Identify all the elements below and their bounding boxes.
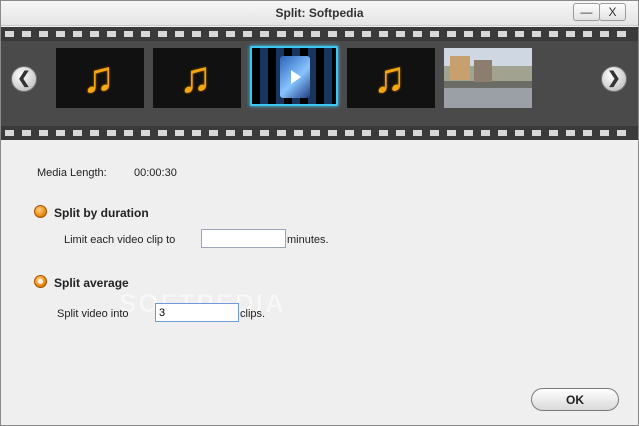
music-note-icon: ♫ (82, 53, 115, 102)
music-note-icon: ♫ (373, 53, 406, 102)
music-note-icon: ♫ (179, 53, 212, 102)
filmstrip-next-button[interactable]: ❯ (601, 66, 627, 92)
split-dialog: Split: Softpedia — X ❮ ♫ ♫ ♫ ❯ Media Len… (0, 0, 639, 426)
minimize-button[interactable]: — (573, 3, 600, 21)
split-into-label: Split video into (57, 308, 129, 320)
split-options-panel: Media Length: 00:00:30 Split by duration… (1, 140, 638, 425)
close-button[interactable]: X (599, 3, 626, 21)
window-title: Split: Softpedia (275, 6, 364, 20)
clip-count-input[interactable] (155, 303, 239, 322)
minutes-unit-label: minutes. (287, 234, 329, 246)
limit-minutes-input[interactable] (201, 229, 286, 248)
clips-unit-label: clips. (240, 308, 266, 320)
media-length-label: Media Length: (37, 167, 107, 179)
split-average-radio[interactable] (34, 275, 47, 288)
thumbnail-list: ♫ ♫ ♫ (1, 46, 638, 121)
ok-button[interactable]: OK (531, 388, 619, 411)
limit-clip-label: Limit each video clip to (64, 234, 176, 246)
thumbnail-video-frame[interactable] (444, 48, 532, 108)
split-by-duration-radio[interactable] (34, 205, 47, 218)
filmstrip: ❮ ♫ ♫ ♫ ❯ (1, 27, 638, 140)
video-file-icon (280, 56, 310, 98)
media-length-value: 00:00:30 (134, 167, 177, 179)
film-perforation-top (1, 27, 638, 41)
thumbnail-video-selected[interactable] (250, 46, 338, 106)
street-photo-thumbnail (444, 48, 532, 108)
split-average-label[interactable]: Split average (54, 276, 129, 290)
thumbnail-audio-2[interactable]: ♫ (153, 48, 241, 108)
film-perforation-bottom (1, 126, 638, 140)
split-by-duration-label[interactable]: Split by duration (54, 206, 149, 220)
title-bar: Split: Softpedia — X (1, 1, 638, 26)
thumbnail-audio-3[interactable]: ♫ (347, 48, 435, 108)
thumbnail-audio-1[interactable]: ♫ (56, 48, 144, 108)
